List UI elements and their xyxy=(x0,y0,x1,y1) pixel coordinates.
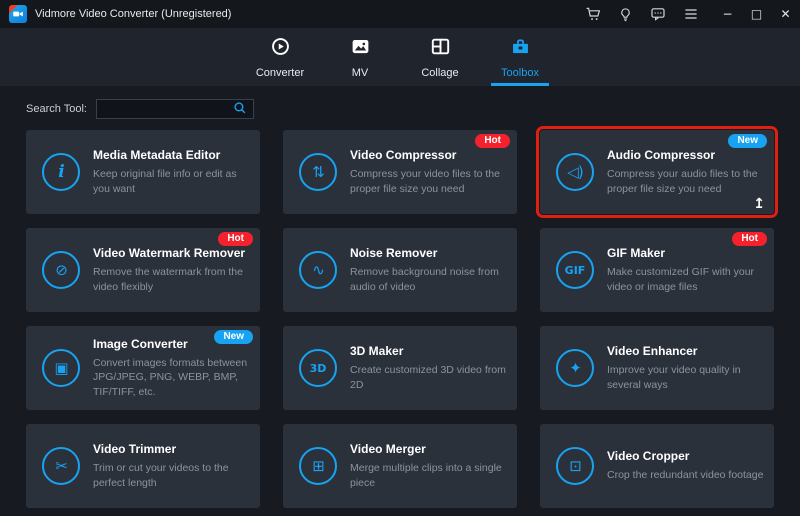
tool-card-media-metadata-editor[interactable]: i Media Metadata Editor Keep original fi… xyxy=(26,130,260,214)
tab-mv[interactable]: MV xyxy=(331,28,389,86)
tool-title: Video Enhancer xyxy=(607,344,764,358)
tool-title: Video Compressor xyxy=(350,148,507,162)
maximize-button[interactable]: □ xyxy=(742,0,771,28)
tool-title: GIF Maker xyxy=(607,246,764,260)
tab-collage[interactable]: Collage xyxy=(411,28,469,86)
tool-desc: Remove background noise from audio of vi… xyxy=(350,265,507,293)
info-icon: i xyxy=(42,153,80,191)
search-row: Search Tool: xyxy=(0,86,800,130)
image-icon: ▣ xyxy=(42,349,80,387)
tool-desc: Make customized GIF with your video or i… xyxy=(607,265,764,293)
tool-desc: Remove the watermark from the video flex… xyxy=(93,265,250,293)
merge-icon: ⊞ xyxy=(299,447,337,485)
speaker-icon: ◁) xyxy=(556,153,594,191)
tools-grid: i Media Metadata Editor Keep original fi… xyxy=(0,130,800,508)
new-badge: New xyxy=(728,134,767,148)
feedback-icon[interactable] xyxy=(650,6,666,22)
hot-badge: Hot xyxy=(732,232,767,246)
3d-icon: 3D xyxy=(299,349,337,387)
tool-title: Noise Remover xyxy=(350,246,507,260)
tool-card-noise-remover[interactable]: ∿ Noise Remover Remove background noise … xyxy=(283,228,517,312)
tool-title: Video Trimmer xyxy=(93,442,250,456)
palette-icon: ✦ xyxy=(556,349,594,387)
wave-icon: ∿ xyxy=(299,251,337,289)
search-box xyxy=(96,99,254,119)
tool-desc: Crop the redundant video footage xyxy=(607,468,763,482)
tool-title: 3D Maker xyxy=(350,344,507,358)
tab-label: Converter xyxy=(256,67,304,79)
tab-label: Toolbox xyxy=(501,67,539,79)
window-title: Vidmore Video Converter (Unregistered) xyxy=(35,8,231,20)
toolbox-icon xyxy=(510,36,531,62)
tool-card-audio-compressor[interactable]: ◁) Audio Compressor Compress your audio … xyxy=(540,130,774,214)
tool-desc: Merge multiple clips into a single piece xyxy=(350,461,507,489)
hot-badge: Hot xyxy=(218,232,253,246)
search-input[interactable] xyxy=(97,100,227,118)
tool-desc: Improve your video quality in several wa… xyxy=(607,363,764,391)
tool-title: Video Cropper xyxy=(607,449,763,463)
scissors-icon: ✂ xyxy=(42,447,80,485)
tab-label: Collage xyxy=(421,67,458,79)
tool-desc: Keep original file info or edit as you w… xyxy=(93,167,250,195)
tool-card-video-trimmer[interactable]: ✂ Video Trimmer Trim or cut your videos … xyxy=(26,424,260,508)
tool-card-gif-maker[interactable]: GIF GIF Maker Make customized GIF with y… xyxy=(540,228,774,312)
tab-toolbox[interactable]: Toolbox xyxy=(491,28,549,86)
tool-card-video-cropper[interactable]: ⊡ Video Cropper Crop the redundant video… xyxy=(540,424,774,508)
upload-arrow-icon: ↥ xyxy=(753,196,765,212)
lamp-icon[interactable] xyxy=(618,7,633,22)
titlebar: Vidmore Video Converter (Unregistered) −… xyxy=(0,0,800,28)
close-button[interactable]: ✕ xyxy=(771,0,800,28)
cart-icon[interactable] xyxy=(585,6,601,22)
tool-card-video-watermark-remover[interactable]: ⊘ Video Watermark Remover Remove the wat… xyxy=(26,228,260,312)
app-logo-icon xyxy=(9,5,27,23)
tool-title: Video Watermark Remover xyxy=(93,246,250,260)
minimize-button[interactable]: − xyxy=(713,0,742,28)
tool-desc: Convert images formats between JPG/JPEG,… xyxy=(93,356,250,399)
tool-card-video-enhancer[interactable]: ✦ Video Enhancer Improve your video qual… xyxy=(540,326,774,410)
search-button[interactable] xyxy=(227,100,253,118)
hot-badge: Hot xyxy=(475,134,510,148)
tool-card-video-merger[interactable]: ⊞ Video Merger Merge multiple clips into… xyxy=(283,424,517,508)
tool-card-3d-maker[interactable]: 3D 3D Maker Create customized 3D video f… xyxy=(283,326,517,410)
compress-arrows-icon: ⇅ xyxy=(299,153,337,191)
search-label: Search Tool: xyxy=(26,103,87,115)
tool-desc: Trim or cut your videos to the perfect l… xyxy=(93,461,250,489)
tool-desc: Compress your video files to the proper … xyxy=(350,167,507,195)
menu-icon[interactable] xyxy=(683,6,699,22)
tool-title: Audio Compressor xyxy=(607,148,764,162)
new-badge: New xyxy=(214,330,253,344)
tool-title: Media Metadata Editor xyxy=(93,148,250,162)
converter-icon xyxy=(270,36,291,62)
tab-converter[interactable]: Converter xyxy=(251,28,309,86)
search-icon xyxy=(233,101,247,118)
tool-desc: Compress your audio files to the proper … xyxy=(607,167,764,195)
tool-card-video-compressor[interactable]: ⇅ Video Compressor Compress your video f… xyxy=(283,130,517,214)
collage-icon xyxy=(430,36,451,62)
tab-label: MV xyxy=(352,67,369,79)
tool-card-image-converter[interactable]: ▣ Image Converter Convert images formats… xyxy=(26,326,260,410)
mv-icon xyxy=(350,36,371,62)
tab-bar: Converter MV Collage Toolbox xyxy=(0,28,800,86)
tool-title: Video Merger xyxy=(350,442,507,456)
gif-icon: GIF xyxy=(556,251,594,289)
droplet-slash-icon: ⊘ xyxy=(42,251,80,289)
crop-icon: ⊡ xyxy=(556,447,594,485)
tool-desc: Create customized 3D video from 2D xyxy=(350,363,507,391)
